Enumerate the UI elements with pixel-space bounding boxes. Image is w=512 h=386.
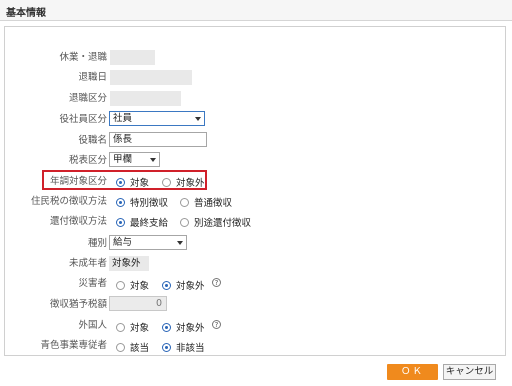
disabled-option-label: 対象 [130,281,150,292]
radio-unselected-icon [162,177,171,187]
foreigner-label: 外国人 [78,320,107,331]
title-label: 役職名 [78,135,107,146]
resident-tax-option-label: 特別徴収 [130,198,169,209]
type-select[interactable]: 給与 [109,235,187,250]
radio-unselected-icon [180,197,189,207]
chevron-down-icon [177,241,183,245]
section-title: 基本情報 [6,8,46,19]
blue-label: 青色事業専従者 [40,340,107,351]
chevron-down-icon [195,117,201,121]
disabled-radio-yes[interactable]: 対象 [116,278,149,292]
title-input[interactable]: 係長 [109,132,207,147]
leave-field [110,50,155,65]
year-end-radio-yes[interactable]: 対象 [116,175,149,189]
radio-selected-icon [116,217,125,227]
radio-unselected-icon [180,217,189,227]
blue-radio-not-applicable[interactable]: 非該当 [162,340,205,354]
year-end-label: 年調対象区分 [49,176,107,187]
retire-date-label: 退職日 [78,72,107,83]
disabled-option-label: 対象外 [176,281,205,292]
foreigner-radio-no[interactable]: 対象外 [162,320,205,334]
leave-label: 休業・退職 [59,52,107,63]
year-end-option-label: 対象外 [176,178,205,189]
resident-tax-label: 住民税の徴収方法 [30,196,107,207]
resident-tax-option-label: 普通徴収 [194,198,233,209]
section-header: 基本情報 [0,0,512,21]
tax-type-select[interactable]: 甲欄 [109,152,160,167]
refund-label: 還付徴収方法 [49,216,107,227]
officer-type-value: 社員 [113,113,133,124]
officer-type-select[interactable]: 社員 [109,111,205,126]
retire-type-field [110,91,181,106]
year-end-radio-no[interactable]: 対象外 [162,175,205,189]
resident-tax-radio-normal[interactable]: 普通徴収 [180,195,232,209]
foreigner-option-label: 対象 [130,323,150,334]
radio-selected-icon [116,197,125,207]
radio-unselected-icon [116,280,125,290]
title-value: 係長 [113,134,133,145]
refund-radio-final[interactable]: 最終支給 [116,215,168,229]
radio-unselected-icon [116,322,125,332]
minor-label: 未成年者 [68,258,107,269]
withholding-input[interactable]: 0 [109,296,167,311]
retire-date-field [110,70,192,85]
officer-type-label: 役社員区分 [59,114,107,125]
blue-option-label: 非該当 [176,343,205,354]
disabled-radio-no[interactable]: 対象外 [162,278,205,292]
refund-radio-separate[interactable]: 別途還付徴収 [180,215,251,229]
tax-type-label: 税表区分 [68,155,107,166]
blue-option-label: 該当 [130,343,150,354]
radio-selected-icon [116,177,125,187]
tax-type-value: 甲欄 [113,154,133,165]
minor-value: 対象外 [112,258,141,269]
foreigner-radio-yes[interactable]: 対象 [116,320,149,334]
resident-tax-radio-special[interactable]: 特別徴収 [116,195,168,209]
type-value: 給与 [113,237,133,248]
radio-selected-icon [162,280,171,290]
chevron-down-icon [150,158,156,162]
radio-selected-icon [162,342,171,352]
retire-type-label: 退職区分 [68,93,107,104]
disabled-label: 災害者 [78,278,107,289]
blue-radio-applicable[interactable]: 該当 [116,340,149,354]
ok-button[interactable]: ＯＫ [387,364,438,380]
help-icon[interactable]: ? [212,320,221,329]
withholding-label: 徴収猶予税額 [49,299,107,310]
withholding-value: 0 [155,298,162,309]
radio-unselected-icon [116,342,125,352]
foreigner-option-label: 対象外 [176,323,205,334]
help-icon[interactable]: ? [212,278,221,287]
refund-option-label: 最終支給 [130,218,169,229]
radio-selected-icon [162,322,171,332]
type-label: 種別 [87,238,107,249]
year-end-option-label: 対象 [130,178,150,189]
refund-option-label: 別途還付徴収 [194,218,252,229]
cancel-button[interactable]: キャンセル [443,364,496,380]
